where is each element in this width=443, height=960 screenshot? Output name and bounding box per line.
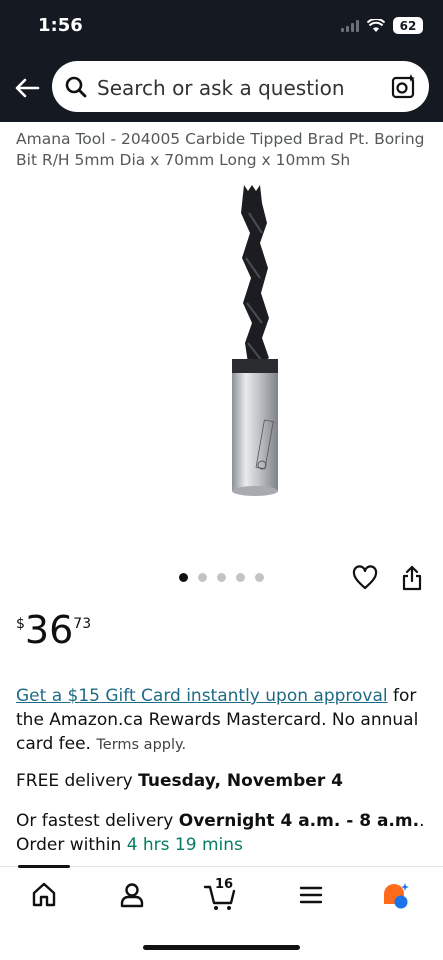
home-icon: [32, 882, 56, 907]
product-price: $ 36 73: [16, 608, 91, 652]
search-icon: [65, 76, 87, 98]
carousel-dot-1[interactable]: [179, 573, 188, 582]
tab-menu[interactable]: [297, 881, 327, 911]
image-carousel-dots[interactable]: [179, 573, 264, 582]
top-bar: 1:56 62 Search or ask a question: [0, 0, 443, 122]
order-countdown: 4 hrs 19 mins: [126, 835, 243, 855]
back-arrow-icon: [15, 78, 40, 98]
carousel-dot-5[interactable]: [255, 573, 264, 582]
credit-card-promo: Get a $15 Gift Card instantly upon appro…: [16, 684, 430, 757]
fastest-prefix: Or fastest delivery: [16, 811, 179, 831]
carousel-dot-4[interactable]: [236, 573, 245, 582]
carousel-dot-3[interactable]: [217, 573, 226, 582]
tab-rufus[interactable]: [381, 881, 411, 911]
search-input[interactable]: Search or ask a question: [52, 61, 429, 112]
status-time: 1:56: [38, 15, 83, 36]
status-icons: 62: [341, 17, 423, 34]
back-button[interactable]: [12, 73, 42, 103]
cart-count: 16: [215, 877, 234, 892]
rufus-icon: [384, 883, 409, 909]
home-indicator: [143, 945, 300, 950]
gift-card-link[interactable]: Get a $15 Gift Card instantly upon appro…: [16, 686, 388, 706]
tab-cart[interactable]: 16: [203, 877, 243, 911]
carousel-dot-2[interactable]: [198, 573, 207, 582]
tab-home[interactable]: [30, 881, 60, 911]
product-image[interactable]: [222, 183, 292, 498]
price-symbol: $: [16, 616, 25, 632]
product-title[interactable]: Amana Tool - 204005 Carbide Tipped Brad …: [16, 129, 430, 171]
signal-icon: [341, 19, 359, 32]
tab-account[interactable]: [118, 881, 148, 911]
price-whole: 36: [24, 608, 74, 652]
camera-lens-icon[interactable]: [391, 73, 417, 99]
delivery-date: Tuesday, November 4: [138, 771, 343, 791]
delivery-info: FREE delivery Tuesday, November 4: [16, 771, 343, 791]
heart-icon[interactable]: [352, 565, 378, 591]
search-placeholder: Search or ask a question: [97, 76, 345, 100]
share-icon[interactable]: [401, 565, 423, 591]
price-fraction: 73: [73, 616, 92, 632]
active-tab-indicator: [18, 865, 70, 868]
fastest-window: Overnight 4 a.m. - 8 a.m.: [178, 811, 420, 831]
wifi-icon: [367, 18, 385, 32]
menu-icon: [299, 886, 323, 904]
account-icon: [120, 883, 144, 908]
battery-indicator: 62: [393, 17, 423, 34]
terms-link[interactable]: Terms apply.: [96, 737, 186, 753]
fastest-delivery-info: Or fastest delivery Overnight 4 a.m. - 8…: [16, 809, 436, 857]
delivery-prefix: FREE delivery: [16, 771, 139, 791]
